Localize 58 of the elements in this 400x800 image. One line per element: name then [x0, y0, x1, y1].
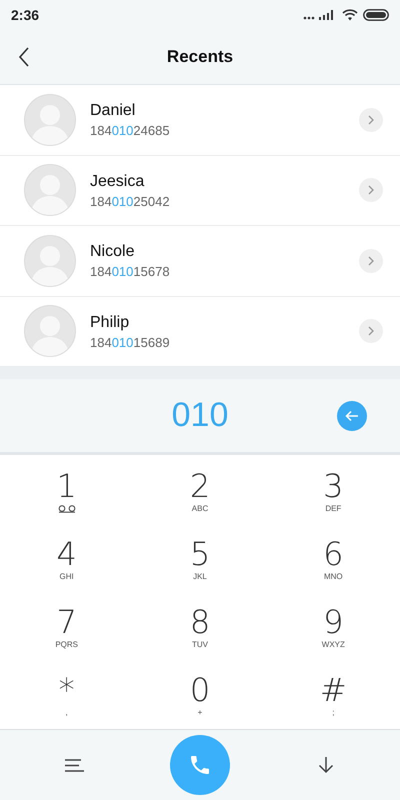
- avatar-icon: [24, 305, 76, 358]
- key-letters: ;: [332, 708, 334, 718]
- battery-icon: [363, 9, 389, 21]
- wifi-icon: [342, 9, 358, 21]
- key-digit[interactable]: 8: [190, 605, 210, 639]
- key-digit[interactable]: 1: [56, 469, 77, 503]
- chevron-icon: [368, 256, 374, 266]
- details-button[interactable]: [359, 178, 383, 202]
- dialed-number: 010: [172, 395, 228, 436]
- arrow-left-icon: [345, 410, 359, 422]
- contact-number: 18401024685: [90, 122, 171, 140]
- contact-name: Jeesica: [90, 172, 146, 192]
- key-digit[interactable]: 7: [56, 605, 77, 639]
- key-digit[interactable]: 3: [323, 469, 344, 503]
- key-letters: GHI: [60, 572, 74, 582]
- avatar-icon: [24, 234, 76, 287]
- details-button[interactable]: [359, 108, 383, 132]
- header-title: Recents: [166, 46, 234, 68]
- key-letters: TUV: [192, 640, 208, 650]
- status-time: 2:36: [11, 6, 40, 24]
- chevron-icon: [368, 185, 374, 196]
- contact-name: Philip: [90, 312, 130, 333]
- key-letters: WXYZ: [322, 640, 345, 650]
- chevron-icon: [368, 114, 374, 125]
- key-digit[interactable]: *: [58, 673, 75, 707]
- key-letters: ABC: [192, 504, 208, 514]
- key-digit[interactable]: 0: [190, 673, 210, 707]
- recent-row[interactable]: Nicole 18401015678: [0, 226, 400, 296]
- key-letters: ,: [66, 708, 68, 718]
- voicemail-icon: [58, 505, 76, 513]
- key-letters: DEF: [325, 504, 342, 514]
- contact-number: 18401015678: [90, 263, 171, 280]
- contact-number: 18401015689: [90, 334, 171, 351]
- back-icon: [18, 47, 30, 67]
- key-digit[interactable]: 9: [323, 605, 344, 639]
- key-digit[interactable]: 4: [56, 537, 77, 571]
- key-letters: +: [198, 708, 202, 718]
- contact-name: Daniel: [90, 101, 136, 122]
- contact-number: 18401025042: [90, 192, 171, 210]
- details-button[interactable]: [359, 319, 383, 344]
- backspace-button[interactable]: [337, 400, 367, 430]
- key-digit[interactable]: 6: [323, 537, 344, 571]
- key-letters: MNO: [324, 572, 343, 582]
- details-button[interactable]: [359, 248, 383, 273]
- avatar-icon: [24, 94, 76, 146]
- key-digit[interactable]: #: [320, 673, 347, 707]
- phone-icon: [188, 753, 212, 777]
- arrow-down-icon: [318, 756, 334, 774]
- contact-name: Nicole: [90, 242, 136, 262]
- key-letters: PQRS: [55, 640, 78, 650]
- avatar-icon: [24, 164, 76, 216]
- chevron-icon: [368, 326, 374, 336]
- key-letters: JKL: [193, 572, 207, 582]
- recent-row[interactable]: Jeesica 18401025042: [0, 156, 400, 226]
- key-digit[interactable]: 5: [190, 537, 210, 571]
- recent-row[interactable]: Daniel 18401024685: [0, 85, 400, 156]
- key-digit[interactable]: 2: [190, 469, 210, 503]
- menu-icon: [64, 758, 84, 772]
